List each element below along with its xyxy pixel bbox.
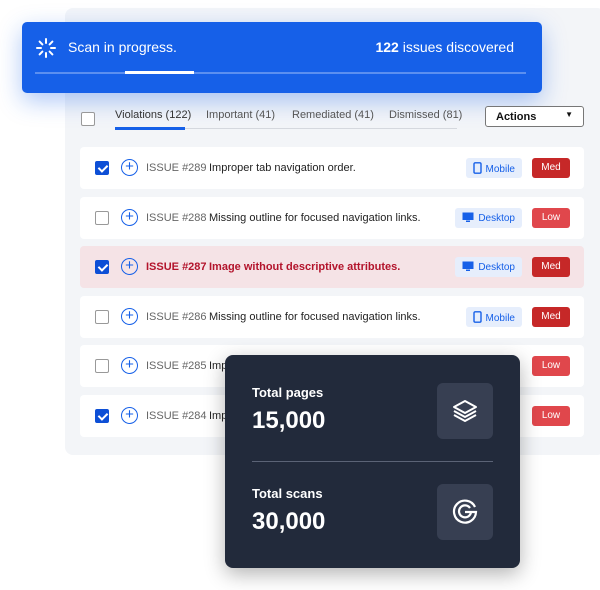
mobile-icon xyxy=(472,311,482,326)
issues-count: 122 issues discovered xyxy=(375,39,514,55)
desktop-icon xyxy=(462,212,474,226)
tab-dismissed[interactable]: Dismissed (81) xyxy=(389,109,462,121)
g-logo-icon xyxy=(437,484,493,540)
tab-remediated[interactable]: Remediated (41) xyxy=(292,109,374,121)
issue-id: ISSUE #285 xyxy=(146,360,207,372)
total-scans-value: 30,000 xyxy=(252,508,326,535)
issue-description: Improper tab navigation order. xyxy=(209,162,356,174)
expand-plus-icon[interactable]: + xyxy=(121,209,138,226)
total-pages-label: Total pages xyxy=(252,385,324,400)
issue-id: ISSUE #289 xyxy=(146,162,207,174)
spinner-icon xyxy=(36,38,56,58)
expand-plus-icon[interactable]: + xyxy=(121,308,138,325)
expand-plus-icon[interactable]: + xyxy=(121,357,138,374)
select-all-checkbox[interactable] xyxy=(81,112,95,126)
issue-description: Missing outline for focused navigation l… xyxy=(209,212,421,224)
active-tab-indicator xyxy=(115,127,185,130)
issue-row[interactable]: + ISSUE #288 Missing outline for focused… xyxy=(80,197,584,239)
device-label: Mobile xyxy=(485,313,515,324)
row-checkbox[interactable] xyxy=(95,211,109,225)
issue-id: ISSUE #284 xyxy=(146,410,207,422)
issues-count-number: 122 xyxy=(375,39,399,55)
tab-important[interactable]: Important (41) xyxy=(206,109,275,121)
desktop-icon xyxy=(462,261,474,275)
severity-badge: Low xyxy=(532,356,570,376)
progress-bar xyxy=(35,71,526,74)
severity-badge: Med xyxy=(532,307,570,327)
caret-down-icon: ▼ xyxy=(565,110,573,119)
scan-status: Scan in progress. xyxy=(68,39,177,55)
row-checkbox[interactable] xyxy=(95,260,109,274)
stats-card: Total pages 15,000 Total scans 30,000 xyxy=(225,355,520,568)
actions-label: Actions xyxy=(496,111,537,123)
mobile-icon xyxy=(472,162,482,177)
expand-plus-icon[interactable]: + xyxy=(121,258,138,275)
severity-badge: Low xyxy=(532,406,570,426)
issue-id: ISSUE #287 xyxy=(146,261,207,273)
device-badge: Desktop xyxy=(455,257,522,277)
row-checkbox[interactable] xyxy=(95,409,109,423)
issue-row[interactable]: + ISSUE #287 Image without descriptive a… xyxy=(80,246,584,288)
issue-row[interactable]: + ISSUE #289 Improper tab navigation ord… xyxy=(80,147,584,189)
device-badge: Mobile xyxy=(465,158,522,178)
device-badge: Desktop xyxy=(455,208,522,228)
row-checkbox[interactable] xyxy=(95,310,109,324)
row-checkbox[interactable] xyxy=(95,359,109,373)
total-scans-label: Total scans xyxy=(252,486,323,501)
issue-description: Missing outline for focused navigation l… xyxy=(209,311,421,323)
issue-id: ISSUE #288 xyxy=(146,212,207,224)
device-label: Mobile xyxy=(485,164,515,175)
device-label: Desktop xyxy=(478,262,515,273)
severity-badge: Med xyxy=(532,158,570,178)
expand-plus-icon[interactable]: + xyxy=(121,159,138,176)
device-label: Desktop xyxy=(478,213,515,224)
issues-count-label: issues discovered xyxy=(398,39,514,55)
issue-id: ISSUE #286 xyxy=(146,311,207,323)
tab-violations[interactable]: Violations (122) xyxy=(115,109,191,121)
issue-description: Image without descriptive attributes. xyxy=(209,261,401,273)
device-badge: Mobile xyxy=(465,307,522,327)
severity-badge: Low xyxy=(532,208,570,228)
total-pages-value: 15,000 xyxy=(252,407,326,434)
actions-dropdown[interactable]: Actions ▼ xyxy=(485,106,584,127)
layers-icon xyxy=(437,383,493,439)
severity-badge: Med xyxy=(532,257,570,277)
progress-fill xyxy=(125,71,194,74)
tabs-bar: Violations (122) Important (41) Remediat… xyxy=(80,106,584,132)
stats-divider xyxy=(252,461,493,462)
scan-banner: Scan in progress. 122 issues discovered xyxy=(22,22,542,93)
expand-plus-icon[interactable]: + xyxy=(121,407,138,424)
row-checkbox[interactable] xyxy=(95,161,109,175)
issue-row[interactable]: + ISSUE #286 Missing outline for focused… xyxy=(80,296,584,338)
